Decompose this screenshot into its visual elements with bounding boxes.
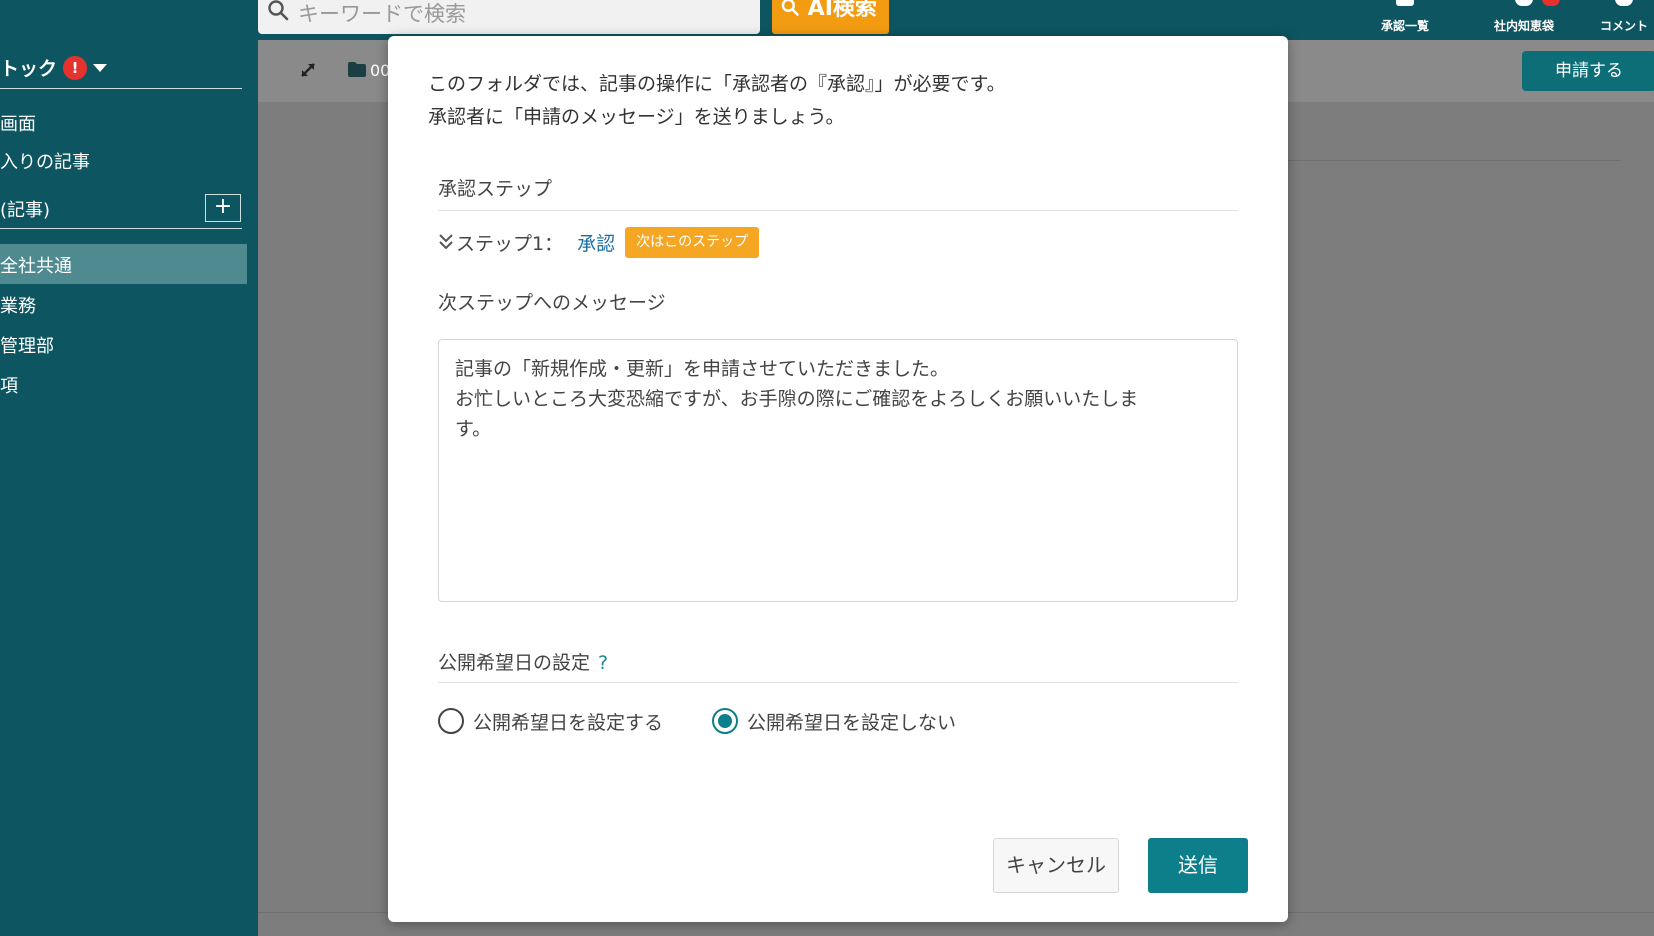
cancel-button[interactable]: キャンセル: [993, 838, 1119, 893]
publish-date-label: 公開希望日の設定: [438, 652, 591, 674]
expand-icon[interactable]: [298, 60, 318, 80]
nav-qa-label: 社内知恵袋: [1493, 19, 1554, 33]
publish-date-title: 公開希望日の設定?: [438, 648, 608, 675]
comment-icon: [1615, 0, 1633, 6]
qa-icon: [1515, 0, 1533, 6]
add-folder-button[interactable]: +: [205, 194, 241, 222]
caret-down-icon: [93, 64, 108, 72]
approval-list-icon: [1396, 0, 1414, 6]
sidebar: トック! 画面 入りの記事 (記事) + 全社共通 業務 管理部 項: [0, 40, 258, 936]
sidebar-item-favorites[interactable]: 入りの記事: [0, 148, 90, 174]
search-bar[interactable]: キーワードで検索: [258, 0, 760, 34]
sidebar-folder[interactable]: 業務: [0, 292, 36, 318]
nav-qa[interactable]: 社内知恵袋: [1484, 0, 1564, 40]
next-step-badge: 次はこのステップ: [625, 226, 760, 258]
apply-button[interactable]: 申請する: [1522, 51, 1654, 91]
message-title: 次ステップへのメッセージ: [438, 292, 666, 314]
alert-icon: !: [63, 56, 88, 80]
double-chevron-down-icon[interactable]: [438, 233, 454, 251]
ai-search-button[interactable]: AI検索: [772, 0, 889, 34]
approval-step-row: ステップ1： 承認 次はこのステップ: [438, 226, 760, 258]
nav-comment-label: コメント: [1599, 19, 1648, 33]
radio-no-publish-date[interactable]: 公開希望日を設定しない: [712, 706, 956, 736]
ai-search-label: AI検索: [807, 0, 877, 21]
sidebar-section-label: (記事): [0, 200, 51, 221]
search-icon: [268, 0, 289, 21]
divider: [438, 682, 1238, 683]
notification-badge: [1542, 0, 1560, 6]
help-icon[interactable]: ?: [598, 652, 608, 674]
approval-request-dialog: このフォルダでは、記事の操作に「承認者の『承認』」が必要です。 承認者に「申請の…: [388, 36, 1288, 922]
message-textarea[interactable]: 記事の「新規作成・更新」を申請させていただきました。 お忙しいところ大変恐縮です…: [438, 339, 1238, 602]
nav-approval-list[interactable]: 承認一覧: [1370, 0, 1440, 40]
divider: [0, 88, 242, 89]
radio-button-unchecked[interactable]: [438, 708, 464, 734]
radio-button-checked[interactable]: [712, 708, 738, 734]
nav-comment[interactable]: コメント: [1592, 0, 1654, 40]
sidebar-folder[interactable]: 全社共通: [0, 252, 72, 278]
radio-label: 公開希望日を設定する: [473, 711, 664, 734]
sidebar-folder[interactable]: 管理部: [0, 332, 54, 358]
sidebar-item-top[interactable]: 画面: [0, 110, 36, 136]
radio-set-publish-date[interactable]: 公開希望日を設定する: [438, 706, 663, 736]
sidebar-title: トック: [0, 58, 58, 80]
radio-label: 公開希望日を設定しない: [747, 711, 957, 734]
send-button[interactable]: 送信: [1148, 838, 1248, 893]
divider: [0, 228, 242, 229]
dialog-intro: このフォルダでは、記事の操作に「承認者の『承認』」が必要です。 承認者に「申請の…: [428, 68, 1006, 134]
nav-approval-list-label: 承認一覧: [1380, 19, 1429, 33]
divider: [438, 210, 1238, 211]
divider: [1280, 160, 1620, 161]
step-approver-link[interactable]: 承認: [577, 229, 615, 256]
intro-line-1: このフォルダでは、記事の操作に「承認者の『承認』」が必要です。: [428, 73, 1006, 95]
intro-line-2: 承認者に「申請のメッセージ」を送りましょう。: [428, 106, 845, 128]
sidebar-header[interactable]: トック!: [0, 54, 108, 81]
search-icon: [781, 0, 799, 16]
folder-icon: [348, 62, 366, 77]
approval-steps-title: 承認ステップ: [438, 178, 553, 200]
sidebar-folder[interactable]: 項: [0, 372, 18, 398]
step-label: ステップ1：: [456, 232, 564, 255]
search-placeholder: キーワードで検索: [298, 2, 466, 26]
